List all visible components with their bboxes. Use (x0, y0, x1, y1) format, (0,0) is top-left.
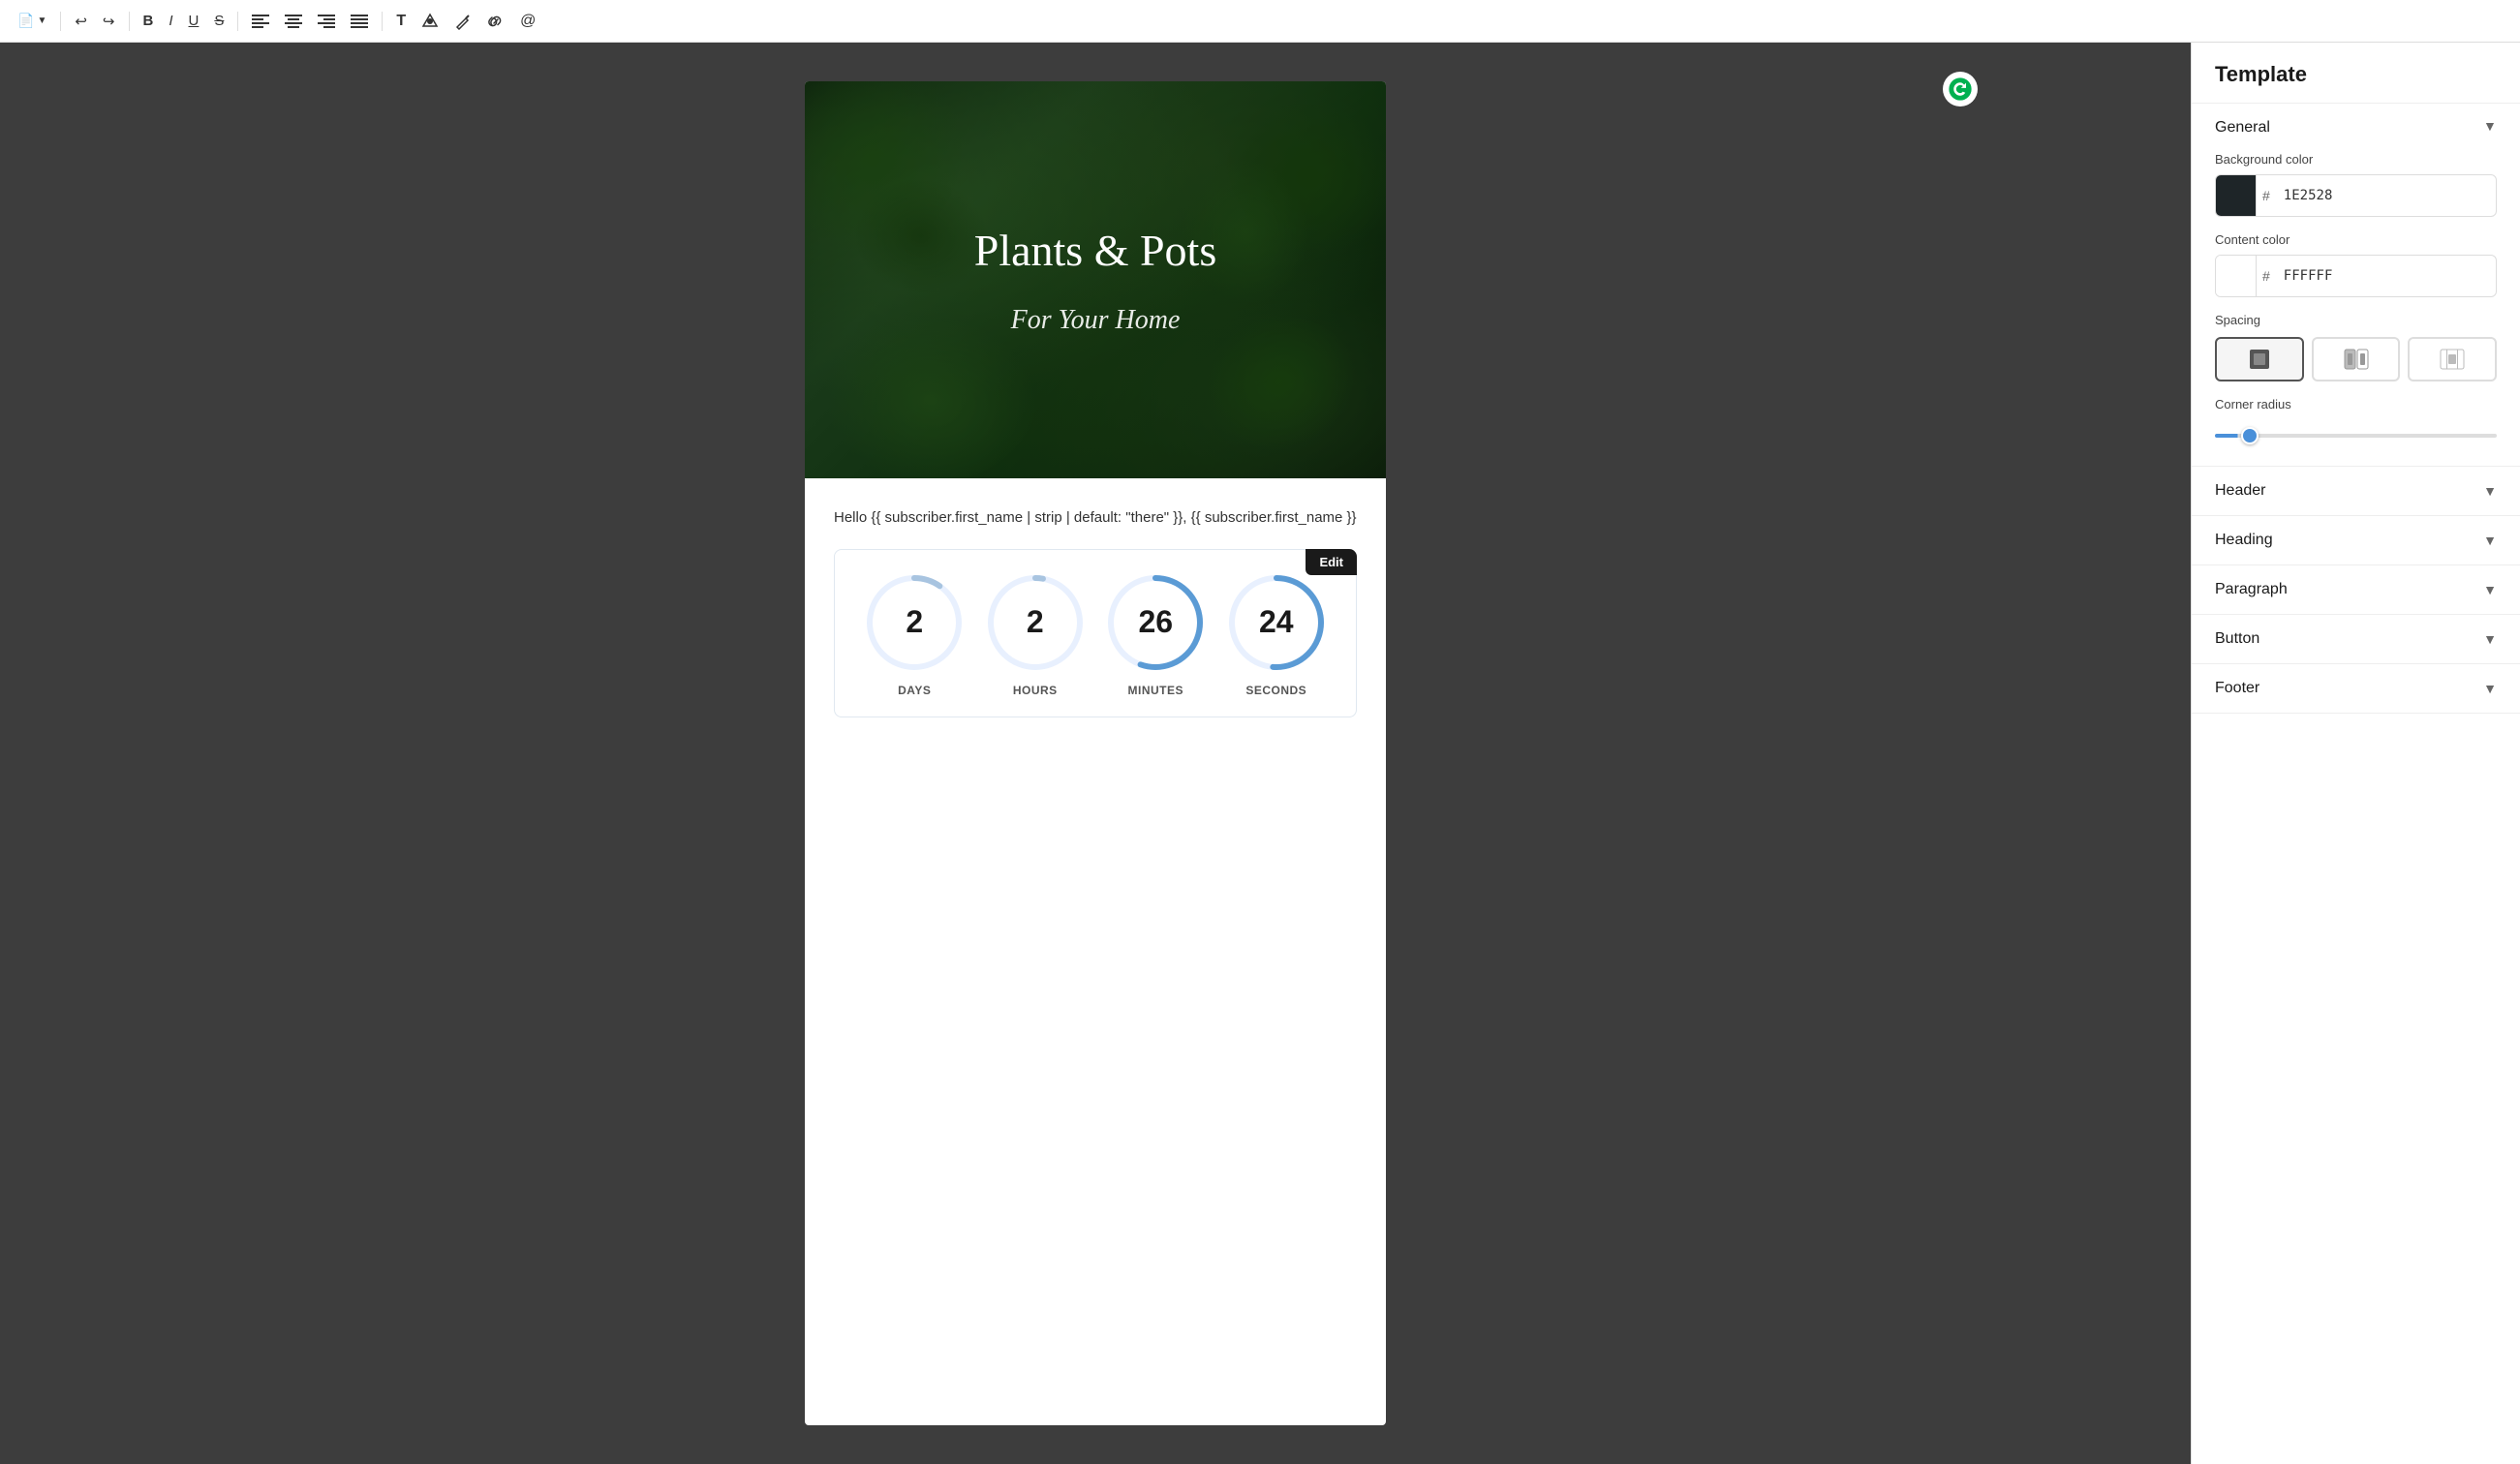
file-menu-button[interactable]: 📄 ▼ (12, 9, 52, 33)
general-section-content: Background color # Content color # Spaci… (2192, 152, 2520, 466)
spacing-label: Spacing (2215, 313, 2497, 327)
content-hash: # (2257, 268, 2276, 284)
days-label: DAYS (898, 684, 931, 697)
header-section-header[interactable]: Header ▼ (2192, 467, 2520, 515)
link-button[interactable] (481, 9, 510, 34)
underline-button[interactable]: U (183, 9, 205, 33)
header-section-label: Header (2215, 482, 2265, 500)
panel-header: Template (2192, 43, 2520, 104)
content-area: Hello {{ subscriber.first_name | strip |… (805, 478, 1386, 747)
heading-section: Heading ▼ (2192, 516, 2520, 565)
main-layout: Plants & Pots For Your Home Hello {{ sub… (0, 43, 2520, 1464)
file-dropdown-arrow: ▼ (37, 15, 46, 26)
align-left-button[interactable] (246, 11, 275, 32)
bold-button[interactable]: B (138, 9, 160, 33)
paragraph-section-label: Paragraph (2215, 581, 2288, 598)
footer-section-label: Footer (2215, 680, 2259, 697)
countdown-item-minutes: 26 MINUTES (1102, 569, 1209, 697)
seconds-label: SECONDS (1245, 684, 1306, 697)
background-color-label: Background color (2215, 152, 2497, 167)
background-color-input[interactable] (2276, 175, 2496, 216)
file-icon: 📄 (17, 13, 34, 29)
redo-button[interactable]: ↪ (97, 9, 121, 34)
font-size-button[interactable]: T (390, 9, 412, 34)
hero-title: Plants & Pots (974, 225, 1217, 276)
header-section: Header ▼ (2192, 467, 2520, 516)
italic-button[interactable]: I (163, 9, 178, 33)
content-color-row: # (2215, 255, 2497, 297)
canvas-area: Plants & Pots For Your Home Hello {{ sub… (0, 43, 2191, 1464)
general-section-header[interactable]: General ▲ (2192, 104, 2520, 152)
strikethrough-button[interactable]: S (208, 9, 230, 33)
countdown-circle-hours: 2 (982, 569, 1089, 676)
greeting-text: Hello {{ subscriber.first_name | strip |… (834, 507, 1357, 530)
grammarly-icon[interactable] (1943, 72, 1978, 107)
panel-title: Template (2215, 62, 2497, 87)
countdown-item-days: 2 DAYS (861, 569, 968, 697)
countdown-circle-days: 2 (861, 569, 968, 676)
content-color-label: Content color (2215, 232, 2497, 247)
corner-radius-slider-container (2215, 421, 2497, 446)
general-section-label: General (2215, 119, 2270, 137)
button-section-label: Button (2215, 630, 2259, 648)
paragraph-chevron-icon: ▼ (2483, 582, 2497, 597)
background-hash: # (2257, 188, 2276, 203)
minutes-label: MINUTES (1128, 684, 1184, 697)
background-color-swatch[interactable] (2216, 175, 2257, 216)
countdown-container: Edit 2 DAYS (834, 549, 1357, 717)
general-section: General ▲ Background color # Content col… (2192, 104, 2520, 467)
email-card: Plants & Pots For Your Home Hello {{ sub… (805, 81, 1386, 1425)
hours-number: 2 (982, 569, 1089, 676)
brush-button[interactable] (448, 9, 477, 34)
footer-section: Footer ▼ (2192, 664, 2520, 714)
spacing-options (2215, 337, 2497, 381)
align-right-button[interactable] (312, 11, 341, 32)
button-chevron-icon: ▼ (2483, 631, 2497, 647)
align-justify-button[interactable] (345, 11, 374, 32)
mention-button[interactable]: @ (514, 9, 541, 34)
toolbar-divider-4 (382, 12, 383, 31)
right-panel: Template General ▲ Background color # Co… (2191, 43, 2520, 1464)
hero-subtitle: For Your Home (1011, 305, 1181, 336)
heading-chevron-icon: ▼ (2483, 533, 2497, 548)
hero-image: Plants & Pots For Your Home (805, 81, 1386, 478)
undo-button[interactable]: ↩ (69, 9, 93, 34)
countdown-item-seconds: 24 SECONDS (1223, 569, 1330, 697)
align-center-button[interactable] (279, 11, 308, 32)
countdown-circle-seconds: 24 (1223, 569, 1330, 676)
spacing-wide-button[interactable] (2408, 337, 2497, 381)
button-section-header[interactable]: Button ▼ (2192, 615, 2520, 663)
hours-label: HOURS (1013, 684, 1058, 697)
footer-chevron-icon: ▼ (2483, 681, 2497, 696)
spacing-normal-button[interactable] (2312, 337, 2401, 381)
spacing-compact-button[interactable] (2215, 337, 2304, 381)
toolbar-divider-3 (237, 12, 238, 31)
minutes-number: 26 (1102, 569, 1209, 676)
content-color-swatch[interactable] (2216, 256, 2257, 296)
heading-section-header[interactable]: Heading ▼ (2192, 516, 2520, 564)
toolbar-divider-2 (129, 12, 130, 31)
editor-toolbar: 📄 ▼ ↩ ↪ B I U S T @ (0, 0, 2520, 43)
days-number: 2 (861, 569, 968, 676)
paragraph-section-header[interactable]: Paragraph ▼ (2192, 565, 2520, 614)
header-chevron-icon: ▼ (2483, 483, 2497, 499)
toolbar-divider-1 (60, 12, 61, 31)
corner-radius-label: Corner radius (2215, 397, 2497, 412)
seconds-number: 24 (1223, 569, 1330, 676)
highlight-button[interactable] (415, 9, 445, 34)
countdown-item-hours: 2 HOURS (982, 569, 1089, 697)
countdown-circle-minutes: 26 (1102, 569, 1209, 676)
general-chevron-icon: ▲ (2483, 120, 2497, 136)
paragraph-section: Paragraph ▼ (2192, 565, 2520, 615)
button-section: Button ▼ (2192, 615, 2520, 664)
heading-section-label: Heading (2215, 532, 2273, 549)
content-color-input[interactable] (2276, 256, 2496, 296)
footer-section-header[interactable]: Footer ▼ (2192, 664, 2520, 713)
background-color-row: # (2215, 174, 2497, 217)
corner-radius-slider[interactable] (2215, 434, 2497, 438)
